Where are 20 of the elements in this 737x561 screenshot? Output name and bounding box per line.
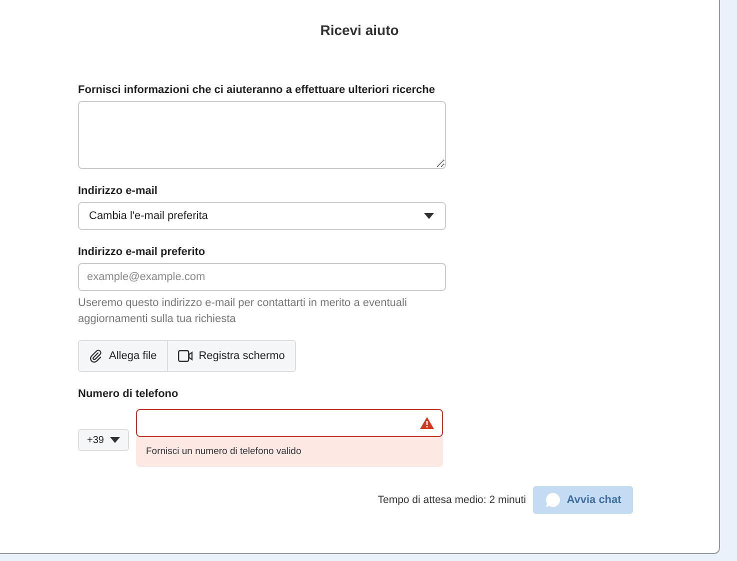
- country-code-dropdown[interactable]: +39: [78, 429, 129, 451]
- warning-icon: [420, 417, 434, 429]
- error-message: Fornisci un numero di telefono valido: [136, 437, 443, 467]
- video-camera-icon: [178, 350, 193, 362]
- email-input[interactable]: example@example.com: [78, 263, 446, 291]
- field-label: Numero di telefono: [78, 388, 180, 401]
- caret-icon: [424, 213, 434, 219]
- field-label: Indirizzo e-mail preferito: [78, 246, 206, 259]
- wait-time-text: Tempo di attesa medio: 2 minuti: [378, 494, 526, 506]
- caret-icon: [110, 437, 120, 443]
- attach-file-button[interactable]: Allega file: [79, 341, 167, 371]
- field-label: Fornisci informazioni che ci aiuteranno a effettuare ulteriori ricerche: [78, 84, 436, 97]
- dialog-title: Ricevi aiuto: [319, 21, 400, 38]
- field-label: Indirizzo e-mail: [78, 185, 158, 198]
- chat-bubble-icon: [544, 492, 561, 508]
- phone-input[interactable]: [136, 409, 443, 437]
- email-dropdown[interactable]: Cambia l'e-mail preferita: [78, 202, 446, 230]
- paperclip-icon: [89, 349, 103, 363]
- helper-text: Useremo questo indirizzo e-mail per contattarti in merito a eventuali aggiornamenti sulla tua richiesta: [78, 296, 408, 327]
- record-screen-button[interactable]: Registra schermo: [166, 341, 295, 371]
